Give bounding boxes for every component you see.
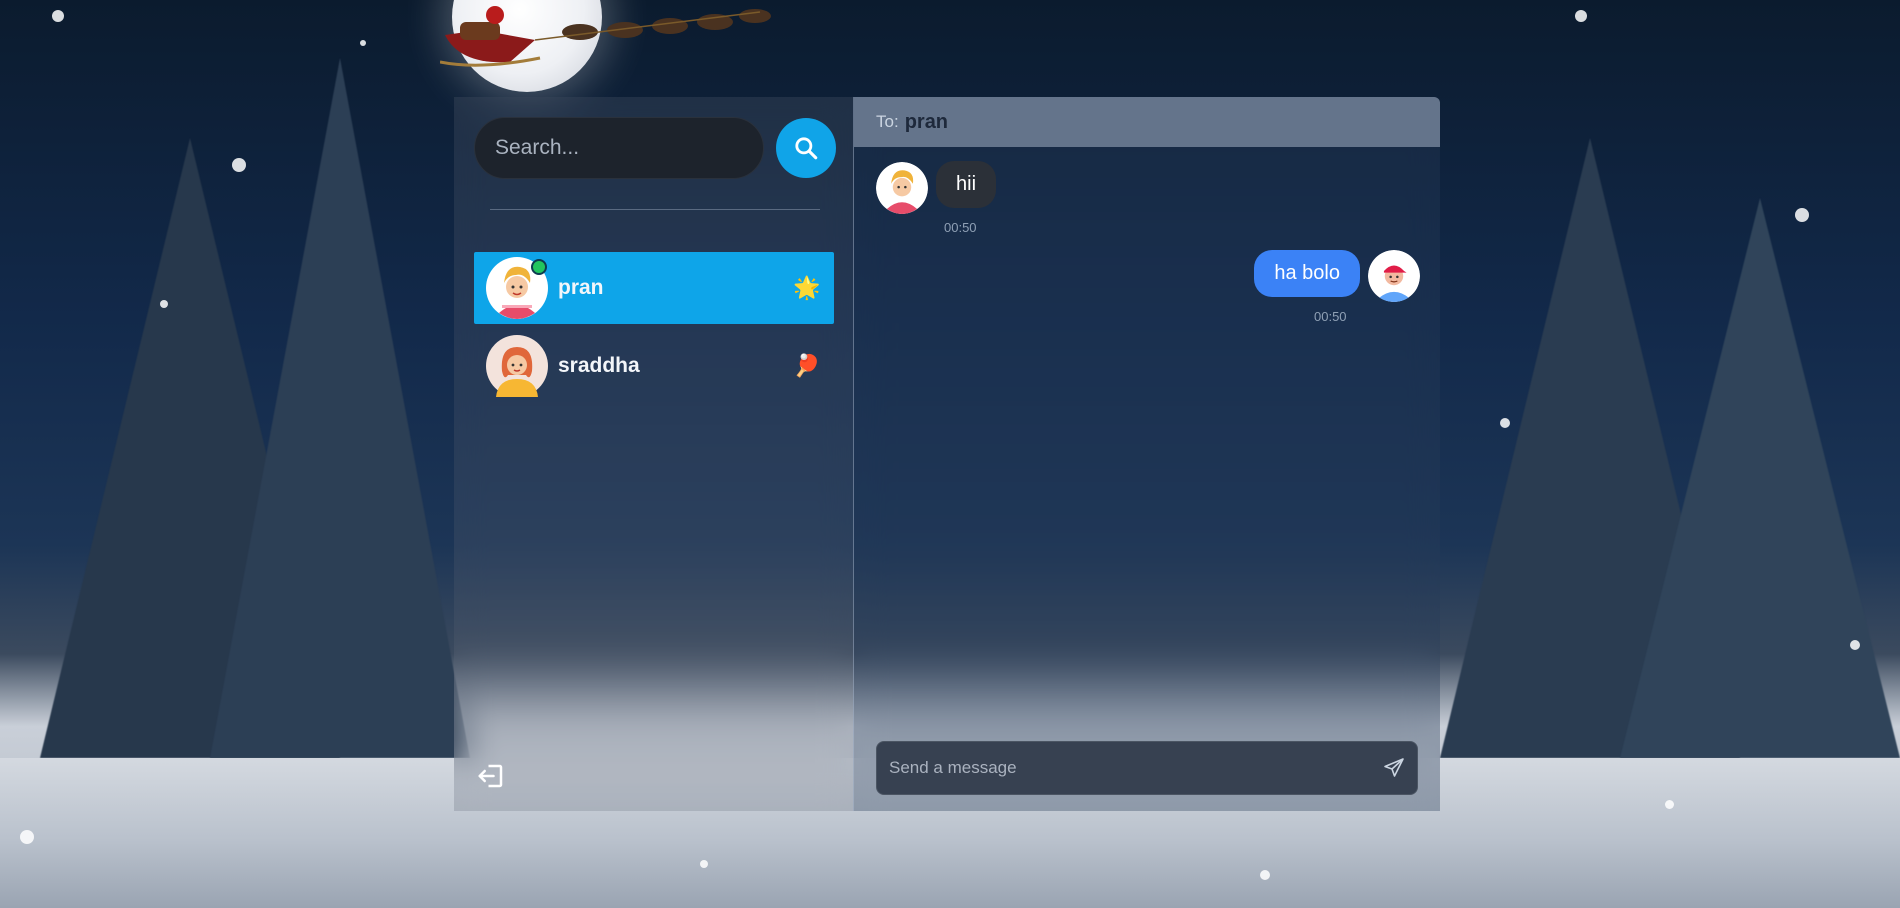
message-bubble: ha bolo — [1254, 250, 1360, 297]
snowflake — [1850, 640, 1860, 650]
send-button[interactable] — [1371, 745, 1417, 791]
message-incoming: hii — [876, 161, 997, 214]
logout-icon — [478, 764, 503, 788]
snowflake — [1665, 800, 1674, 809]
message-timestamp: 00:50 — [944, 220, 977, 235]
conversation-item-sraddha[interactable]: sraddha 🏓 — [474, 330, 834, 402]
snowflake — [1500, 418, 1510, 428]
search-icon — [795, 137, 818, 160]
search-bar — [474, 117, 836, 179]
conversation-item-pran[interactable]: pran 🌟 — [474, 252, 834, 324]
star-emoji-icon: 🌟 — [793, 275, 821, 301]
pine-tree — [1620, 198, 1900, 758]
snowflake — [20, 830, 34, 844]
chat-panel: To: pran hii 00:50 ha bolo 00:50 Send a … — [854, 97, 1440, 811]
chat-header: To: pran — [854, 97, 1440, 147]
message-bubble: hii — [936, 161, 997, 208]
message-outgoing: ha bolo — [1254, 250, 1420, 302]
message-input[interactable] — [877, 758, 1371, 778]
logout-button[interactable] — [476, 761, 506, 791]
own-avatar — [1368, 250, 1420, 302]
message-composer — [876, 741, 1418, 795]
conversation-name: sraddha — [558, 354, 640, 377]
avatar — [486, 257, 548, 319]
online-status-dot — [531, 259, 547, 275]
snowflake — [52, 10, 64, 22]
to-label: To: — [876, 112, 899, 131]
send-icon — [1384, 758, 1404, 777]
pine-tree — [210, 58, 470, 758]
sidebar: pran 🌟 sraddha 🏓 — [454, 97, 854, 811]
avatar — [486, 335, 548, 397]
snowflake — [360, 40, 366, 46]
chat-app: pran 🌟 sraddha 🏓 — [454, 97, 1440, 811]
sidebar-divider — [490, 209, 820, 210]
snowflake — [160, 300, 168, 308]
snowflake — [1260, 870, 1270, 880]
snowflake — [1575, 10, 1587, 22]
ping-pong-emoji-icon: 🏓 — [793, 353, 821, 379]
snowflake — [1795, 208, 1809, 222]
search-button[interactable] — [776, 118, 836, 178]
santa-sleigh-illustration — [440, 6, 771, 67]
recipient-name: pran — [904, 110, 949, 133]
message-list: hii 00:50 ha bolo 00:50 — [854, 147, 1440, 811]
snowflake — [700, 860, 708, 868]
snowflake — [232, 158, 246, 172]
search-input[interactable] — [474, 117, 764, 179]
avatar-image — [486, 335, 548, 397]
message-timestamp: 00:50 — [1314, 309, 1347, 324]
sender-avatar — [876, 162, 928, 214]
conversation-name: pran — [558, 276, 604, 299]
